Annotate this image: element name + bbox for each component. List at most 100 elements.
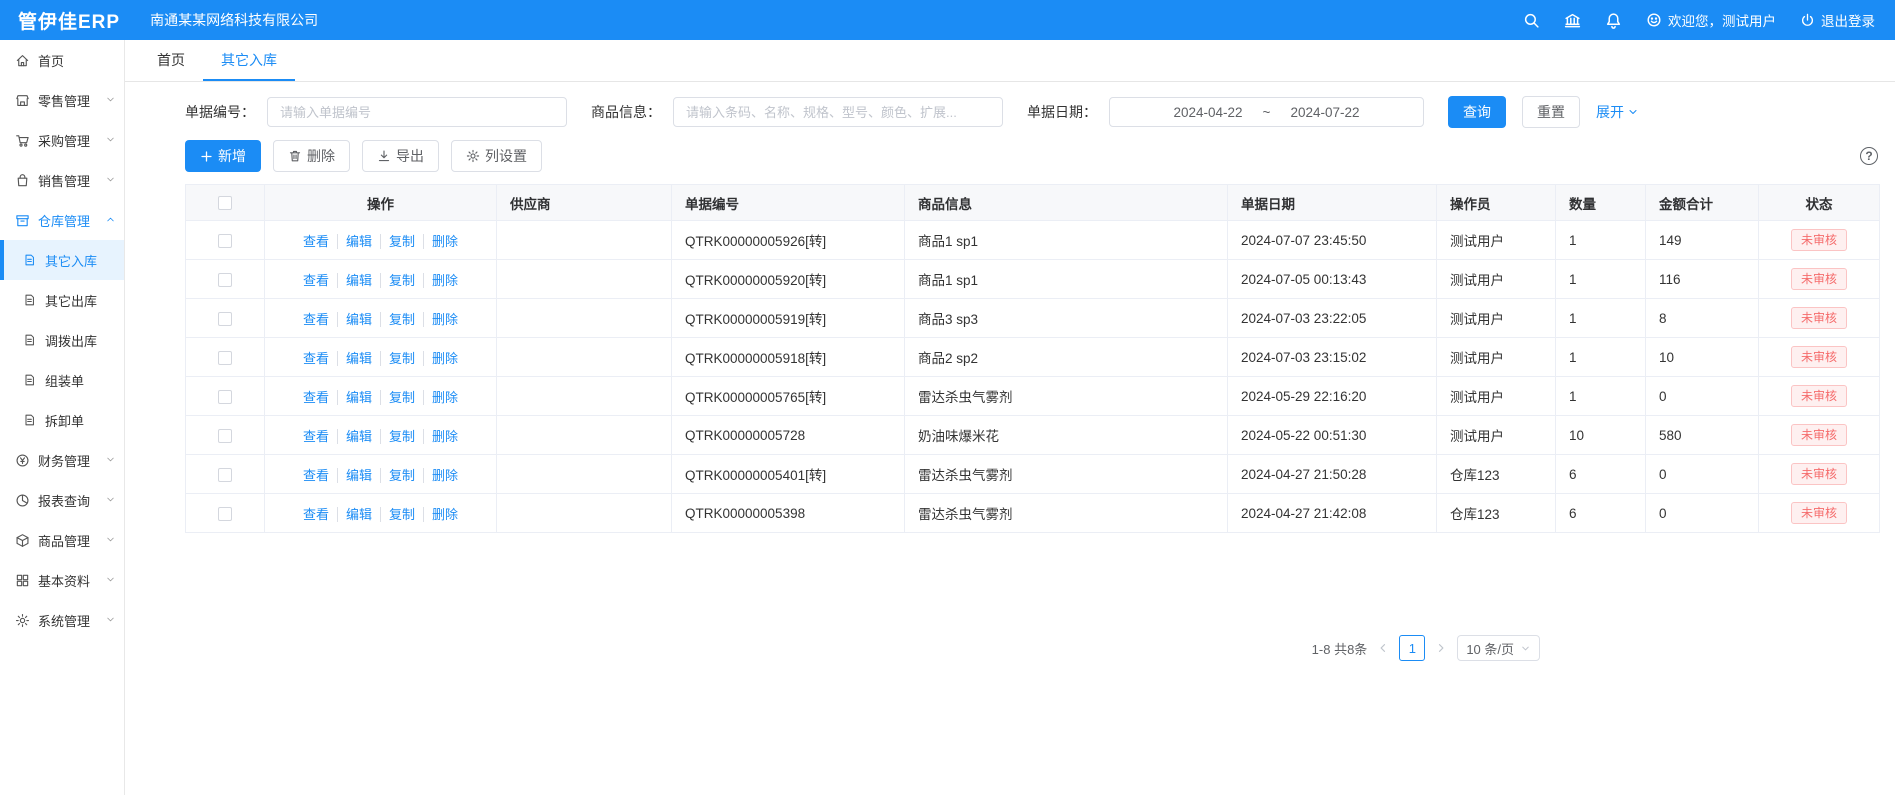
view-link[interactable]: 查看 (295, 507, 337, 522)
sidebar-item-home[interactable]: 首页 (0, 40, 124, 80)
view-link[interactable]: 查看 (295, 429, 337, 444)
copy-link[interactable]: 复制 (380, 351, 423, 366)
bill-no-cell: QTRK00000005918[转] (672, 338, 905, 377)
chevron-down-icon (105, 453, 116, 468)
delete-link[interactable]: 删除 (423, 429, 466, 444)
edit-link[interactable]: 编辑 (337, 273, 380, 288)
help-icon[interactable]: ? (1860, 147, 1878, 165)
sidebar-item-sales[interactable]: 销售管理 (0, 160, 124, 200)
view-link[interactable]: 查看 (295, 273, 337, 288)
bill-no-input[interactable] (267, 97, 567, 127)
delete-link[interactable]: 删除 (423, 468, 466, 483)
app: 管伊佳ERP 南通某某网络科技有限公司 欢迎您，测试用户 退出登录 (0, 0, 1895, 795)
sidebar-item-disassembly[interactable]: 拆卸单 (0, 400, 124, 440)
prev-page-button[interactable] (1377, 642, 1389, 654)
edit-link[interactable]: 编辑 (337, 351, 380, 366)
copy-link[interactable]: 复制 (380, 390, 423, 405)
sidebar-item-retail[interactable]: 零售管理 (0, 80, 124, 120)
tab-home[interactable]: 首页 (139, 40, 203, 81)
edit-link[interactable]: 编辑 (337, 390, 380, 405)
delete-link[interactable]: 删除 (423, 234, 466, 249)
date-end-value[interactable]: 2024-07-22 (1290, 105, 1359, 120)
delete-link[interactable]: 删除 (423, 351, 466, 366)
product-cell: 商品2 sp2 (905, 338, 1228, 377)
sidebar-item-other-inbound[interactable]: 其它入库 (0, 240, 124, 280)
reset-button[interactable]: 重置 (1522, 96, 1580, 128)
sidebar-item-purchase[interactable]: 采购管理 (0, 120, 124, 160)
select-all-checkbox[interactable] (218, 196, 232, 210)
copy-link[interactable]: 复制 (380, 468, 423, 483)
sidebar-item-transfer-outbound[interactable]: 调拨出库 (0, 320, 124, 360)
page-size-select[interactable]: 10 条/页 (1457, 635, 1540, 661)
logout-button[interactable]: 退出登录 (1800, 10, 1875, 30)
delete-button[interactable]: 删除 (273, 140, 350, 172)
amount-cell: 0 (1646, 377, 1759, 416)
view-link[interactable]: 查看 (295, 351, 337, 366)
document-icon (22, 413, 37, 427)
copy-link[interactable]: 复制 (380, 429, 423, 444)
edit-link[interactable]: 编辑 (337, 234, 380, 249)
chevron-down-icon (105, 493, 116, 508)
organization-icon[interactable] (1564, 12, 1581, 29)
table-row: 查看编辑复制删除 QTRK00000005919[转] 商品3 sp3 2024… (186, 299, 1880, 338)
notification-bell-icon[interactable] (1605, 12, 1622, 29)
delete-link[interactable]: 删除 (423, 507, 466, 522)
sidebar-item-assembly[interactable]: 组装单 (0, 360, 124, 400)
sidebar-item-finance[interactable]: 财务管理 (0, 440, 124, 480)
date-range-picker[interactable]: 2024-04-22 ~ 2024-07-22 (1109, 97, 1424, 127)
expand-filters-link[interactable]: 展开 (1596, 102, 1639, 122)
sidebar-item-basic-data[interactable]: 基本资料 (0, 560, 124, 600)
sidebar-item-products[interactable]: 商品管理 (0, 520, 124, 560)
copy-link[interactable]: 复制 (380, 312, 423, 327)
page-number-button[interactable]: 1 (1399, 635, 1425, 661)
operator-cell: 仓库123 (1437, 455, 1556, 494)
qty-cell: 1 (1556, 338, 1646, 377)
export-button[interactable]: 导出 (362, 140, 439, 172)
qty-cell: 1 (1556, 377, 1646, 416)
view-link[interactable]: 查看 (295, 468, 337, 483)
date-start-value[interactable]: 2024-04-22 (1173, 105, 1242, 120)
edit-link[interactable]: 编辑 (337, 429, 380, 444)
row-actions: 查看编辑复制删除 (265, 260, 497, 299)
row-checkbox[interactable] (218, 468, 232, 482)
delete-link[interactable]: 删除 (423, 390, 466, 405)
header-right: 欢迎您，测试用户 退出登录 (1523, 10, 1895, 30)
edit-link[interactable]: 编辑 (337, 468, 380, 483)
edit-link[interactable]: 编辑 (337, 507, 380, 522)
row-checkbox[interactable] (218, 312, 232, 326)
currency-icon (15, 453, 30, 468)
table-row: 查看编辑复制删除 QTRK00000005728 奶油味爆米花 2024-05-… (186, 416, 1880, 455)
row-checkbox[interactable] (218, 234, 232, 248)
copy-link[interactable]: 复制 (380, 507, 423, 522)
query-button[interactable]: 查询 (1448, 96, 1506, 128)
sidebar-item-reports[interactable]: 报表查询 (0, 480, 124, 520)
view-link[interactable]: 查看 (295, 312, 337, 327)
view-link[interactable]: 查看 (295, 390, 337, 405)
search-icon[interactable] (1523, 12, 1540, 29)
delete-link[interactable]: 删除 (423, 273, 466, 288)
supplier-cell (497, 494, 672, 533)
plus-icon (200, 150, 213, 163)
table-row: 查看编辑复制删除 QTRK00000005398 雷达杀虫气雾剂 2024-04… (186, 494, 1880, 533)
delete-link[interactable]: 删除 (423, 312, 466, 327)
sidebar-item-warehouse[interactable]: 仓库管理 (0, 200, 124, 240)
sidebar-item-system[interactable]: 系统管理 (0, 600, 124, 640)
column-settings-button[interactable]: 列设置 (451, 140, 542, 172)
row-checkbox[interactable] (218, 390, 232, 404)
sidebar-item-other-outbound[interactable]: 其它出库 (0, 280, 124, 320)
add-button[interactable]: 新增 (185, 140, 261, 172)
copy-link[interactable]: 复制 (380, 273, 423, 288)
copy-link[interactable]: 复制 (380, 234, 423, 249)
edit-link[interactable]: 编辑 (337, 312, 380, 327)
view-link[interactable]: 查看 (295, 234, 337, 249)
row-checkbox[interactable] (218, 351, 232, 365)
gear-icon (466, 149, 480, 163)
row-checkbox[interactable] (218, 507, 232, 521)
supplier-cell (497, 455, 672, 494)
row-checkbox[interactable] (218, 429, 232, 443)
user-welcome[interactable]: 欢迎您，测试用户 (1646, 10, 1776, 30)
tab-other-inbound[interactable]: 其它入库 (203, 40, 295, 81)
product-input[interactable] (673, 97, 1003, 127)
next-page-button[interactable] (1435, 642, 1447, 654)
row-checkbox[interactable] (218, 273, 232, 287)
